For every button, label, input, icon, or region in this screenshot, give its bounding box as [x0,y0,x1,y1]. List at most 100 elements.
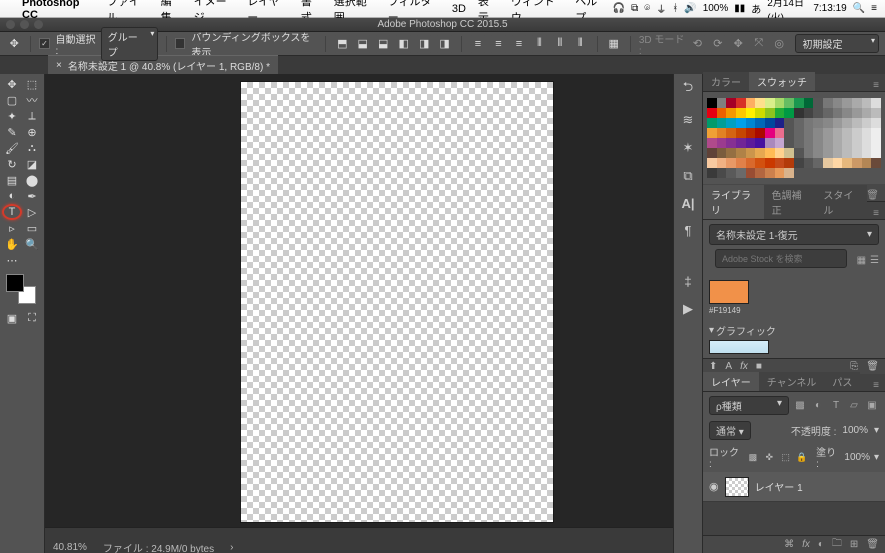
library-swatch[interactable] [709,280,749,304]
swatch[interactable] [775,158,785,168]
document-tab[interactable]: × 名称未設定 1 @ 40.8% (レイヤー 1, RGB/8) * [48,55,278,75]
swatch[interactable] [871,118,881,128]
artboard-tool-icon[interactable]: ⬚ [22,76,42,92]
canvas[interactable] [241,82,553,522]
swatch[interactable] [755,118,765,128]
swatch[interactable] [755,128,765,138]
swatch[interactable] [775,98,785,108]
swatch[interactable] [862,138,872,148]
zoom-level[interactable]: 40.81% [53,542,87,553]
swatch[interactable] [726,118,736,128]
lib-upload-icon[interactable]: ⬆ [709,361,717,372]
swatch[interactable] [717,118,727,128]
swatch[interactable] [755,98,765,108]
swatch[interactable] [736,158,746,168]
swatch[interactable] [707,148,717,158]
swatch[interactable] [736,128,746,138]
lib-link-icon[interactable]: ⎘ [850,361,858,372]
swatch[interactable] [736,118,746,128]
swatch[interactable] [871,138,881,148]
stamp-tool-icon[interactable]: ⛬ [22,140,42,156]
swatch[interactable] [823,118,833,128]
swatch[interactable] [707,168,717,178]
swatch[interactable] [833,158,843,168]
swatch[interactable] [794,168,804,178]
align-right-icon[interactable]: ◨ [436,35,452,53]
battery-icon[interactable]: ▮▮ [734,3,745,14]
swatch[interactable] [852,108,862,118]
swatch[interactable] [833,138,843,148]
swatch[interactable] [794,158,804,168]
swatch[interactable] [707,118,717,128]
swatch[interactable] [862,168,872,178]
swatch[interactable] [852,128,862,138]
swatch[interactable] [842,128,852,138]
swatch[interactable] [813,108,823,118]
swatch[interactable] [775,138,785,148]
align-vmid-icon[interactable]: ⬓ [355,35,371,53]
swatch[interactable] [862,148,872,158]
swatch[interactable] [823,138,833,148]
filter-image-icon[interactable]: ▩ [793,399,807,413]
swatch[interactable] [871,108,881,118]
swatch[interactable] [862,128,872,138]
swatch[interactable] [862,108,872,118]
swatch[interactable] [852,98,862,108]
filter-type-icon[interactable]: T [829,399,843,413]
swatch[interactable] [784,108,794,118]
swatch[interactable] [804,128,814,138]
quickmask-icon[interactable]: ▣ [2,310,22,326]
swatch[interactable] [862,118,872,128]
swatch[interactable] [804,118,814,128]
swatch[interactable] [794,108,804,118]
swatch[interactable] [804,98,814,108]
swatch[interactable] [852,138,862,148]
swatch[interactable] [726,158,736,168]
delete-layer-icon[interactable]: 🗑 [866,539,879,550]
filter-smart-icon[interactable]: ▣ [865,399,879,413]
eraser-tool-icon[interactable]: ◪ [22,156,42,172]
swatch[interactable] [775,128,785,138]
autoselect-dropdown[interactable]: グループ [101,27,159,61]
swatch[interactable] [813,138,823,148]
swatch[interactable] [726,128,736,138]
swatch[interactable] [784,128,794,138]
swatch[interactable] [823,148,833,158]
wifi-icon[interactable]: ⏚ [656,1,666,16]
swatch[interactable] [813,158,823,168]
lasso-tool-icon[interactable]: 〰 [22,92,42,108]
swatch[interactable] [842,118,852,128]
heal-tool-icon[interactable]: ⊕ [22,124,42,140]
align-top-icon[interactable]: ⬒ [334,35,350,53]
swatch[interactable] [862,98,872,108]
new-group-icon[interactable]: 🗀 [832,536,842,553]
swatch[interactable] [852,118,862,128]
align-hmid-icon[interactable]: ◨ [416,35,432,53]
graphic-header[interactable]: ▾グラフィック [709,323,879,338]
swatch[interactable] [823,108,833,118]
swatch[interactable] [842,138,852,148]
library-select[interactable]: 名称未設定 1-復元▾ [709,224,879,245]
lock-artboard-icon[interactable]: ⬚ [779,451,791,464]
align-left-icon[interactable]: ◧ [395,35,411,53]
direct-sel-tool-icon[interactable]: ▹ [2,220,22,236]
swatch[interactable] [755,158,765,168]
swatch[interactable] [871,158,881,168]
swatch[interactable] [765,108,775,118]
swatch[interactable] [842,168,852,178]
crop-tool-icon[interactable]: ⟂ [22,108,42,124]
swatch[interactable] [755,138,765,148]
swatch[interactable] [852,158,862,168]
swatch[interactable] [784,158,794,168]
swatch[interactable] [765,168,775,178]
tab-channels[interactable]: チャンネル [759,372,825,391]
swatch[interactable] [765,98,775,108]
pen-tool-icon[interactable]: ✒ [22,188,42,204]
dodge-tool-icon[interactable]: ◐ [2,188,22,204]
swatch[interactable] [833,128,843,138]
dist-hmid-icon[interactable]: ⦀ [552,35,568,53]
library-graphic[interactable] [709,340,769,354]
swatch[interactable] [707,138,717,148]
swatch[interactable] [755,168,765,178]
swatch[interactable] [726,138,736,148]
